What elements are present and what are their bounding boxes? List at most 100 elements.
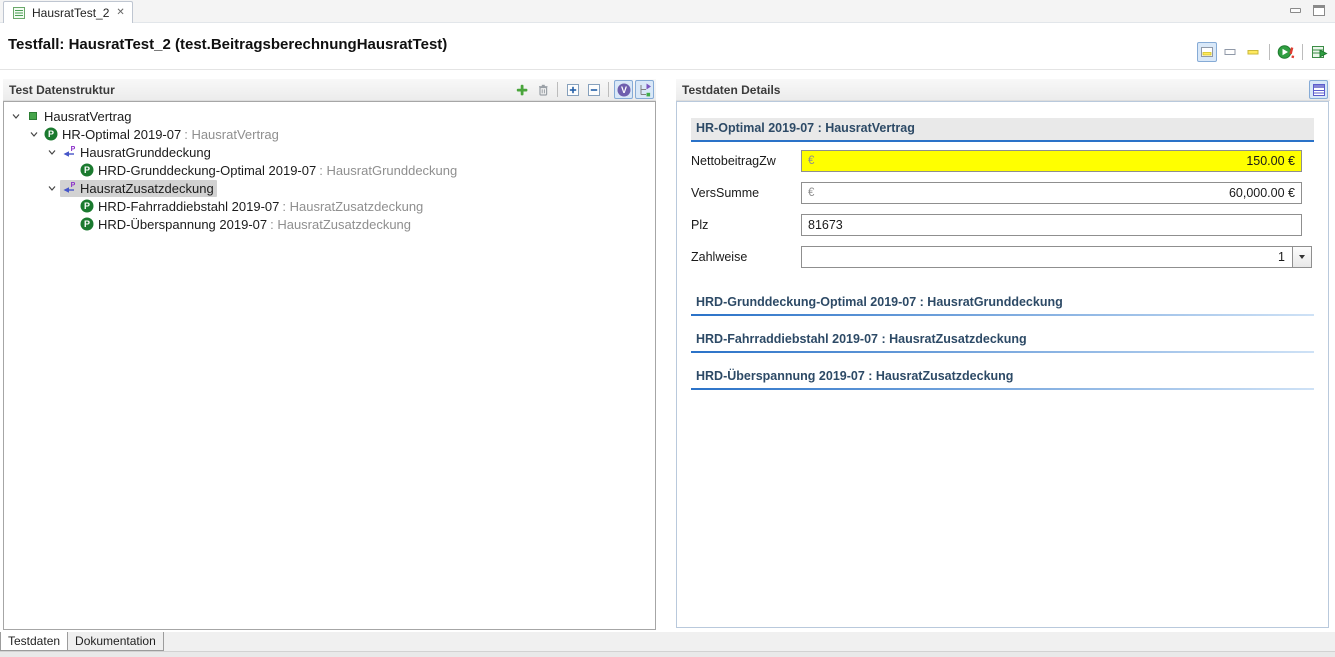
- bottom-tab-dokumentation[interactable]: Dokumentation: [68, 632, 164, 651]
- testdata-details-panel: HR-Optimal 2019-07 : HausratVertrag Netto…: [676, 101, 1329, 628]
- page-title: Testfall: HausratTest_2 (test.Beitragsbe…: [8, 36, 447, 53]
- add-node-button[interactable]: [512, 80, 531, 99]
- field-input[interactable]: 81673: [801, 214, 1302, 236]
- editor-tab-label: HausratTest_2: [32, 6, 109, 20]
- form-field-row: Plz 81673: [691, 214, 1314, 236]
- tree-item-label: HausratZusatzdeckung: [80, 181, 214, 196]
- details-pane-title: Testdaten Details: [682, 83, 780, 97]
- twistie-spacer: [62, 162, 78, 178]
- run-test-button[interactable]: [1276, 42, 1296, 62]
- tree-item-content[interactable]: PHRD-Überspannung 2019-07 : HausratZusat…: [78, 216, 414, 233]
- tree-item-selected[interactable]: P HausratZusatzdeckung: [60, 180, 217, 197]
- green-square-icon: [25, 108, 41, 124]
- chevron-down-icon[interactable]: [8, 108, 24, 124]
- tree-item[interactable]: PHRD-Fahrraddiebstahl 2019-07 : HausratZ…: [4, 197, 655, 215]
- form-field-row: VersSumme€60,000.00 €: [691, 182, 1314, 204]
- expand-all-icon: [565, 82, 581, 98]
- delete-node-button[interactable]: [533, 80, 552, 99]
- tree-item-content[interactable]: PHRD-Grunddeckung-Optimal 2019-07 : Haus…: [78, 162, 460, 179]
- collapse-all-button[interactable]: [584, 80, 603, 99]
- export-test-icon: [1310, 44, 1328, 60]
- show-values-toggle-button[interactable]: V: [614, 80, 633, 99]
- tree-item-label: HausratGrunddeckung: [80, 145, 211, 160]
- field-value: 1: [802, 250, 1292, 264]
- chevron-down-icon: [1299, 255, 1305, 259]
- tree-item-content[interactable]: PHRD-Fahrraddiebstahl 2019-07 : HausratZ…: [78, 198, 426, 215]
- tree-item-type-suffix: : HausratVertrag: [184, 127, 279, 142]
- section-header[interactable]: HRD-Grunddeckung-Optimal 2019-07 : Hausr…: [691, 292, 1314, 316]
- run-test-icon: [1277, 44, 1295, 60]
- field-label: Plz: [691, 218, 801, 232]
- green-circle-p-icon: P: [79, 216, 95, 232]
- tree-item[interactable]: P HausratGrunddeckung: [4, 143, 655, 161]
- view-form-only-icon: [1246, 45, 1260, 59]
- tree-mode-icon: [637, 82, 653, 98]
- trash-icon: [535, 82, 551, 98]
- editor-tabbar: HausratTest_2 ✕: [0, 0, 1335, 23]
- dropdown-button[interactable]: [1292, 247, 1311, 267]
- tree-item[interactable]: PHRD-Grunddeckung-Optimal 2019-07 : Haus…: [4, 161, 655, 179]
- field-input[interactable]: 1: [801, 246, 1312, 268]
- section-header[interactable]: HRD-Fahrraddiebstahl 2019-07 : HausratZu…: [691, 329, 1314, 353]
- export-test-button[interactable]: [1309, 42, 1329, 62]
- field-label: Zahlweise: [691, 250, 801, 264]
- view-both-button[interactable]: [1197, 42, 1217, 62]
- twistie-spacer: [62, 216, 78, 232]
- test-data-tree: HausratVertrag P HR-Optimal 2019-07 : Haus…: [3, 101, 656, 630]
- tree-item-label: HRD-Fahrraddiebstahl 2019-07: [98, 199, 279, 214]
- tree-item[interactable]: HausratVertrag: [4, 107, 655, 125]
- form-field-row: Zahlweise1: [691, 246, 1314, 268]
- field-label: VersSumme: [691, 186, 801, 200]
- view-editor-only-button[interactable]: [1220, 42, 1240, 62]
- tree-item[interactable]: P HR-Optimal 2019-07 : HausratVertrag: [4, 125, 655, 143]
- view-form-only-button[interactable]: [1243, 42, 1263, 62]
- editor-header: Testfall: HausratTest_2 (test.Beitragsbe…: [0, 23, 1335, 70]
- collapse-all-icon: [586, 82, 602, 98]
- chevron-down-icon[interactable]: [26, 126, 42, 142]
- tree-mode-toggle-button[interactable]: [635, 80, 654, 99]
- application-window: HausratTest_2 ✕ Testfall: HausratTest_2 …: [0, 0, 1335, 657]
- section-header[interactable]: HR-Optimal 2019-07 : HausratVertrag: [691, 118, 1314, 142]
- expand-all-button[interactable]: [563, 80, 582, 99]
- details-layout-toggle-button[interactable]: [1309, 80, 1328, 99]
- tree-item[interactable]: P HausratZusatzdeckung: [4, 179, 655, 197]
- tree-item-type-suffix: : HausratZusatzdeckung: [270, 217, 411, 232]
- tree-item-content[interactable]: P HR-Optimal 2019-07 : HausratVertrag: [42, 126, 282, 143]
- bottom-tab-testdaten[interactable]: Testdaten: [0, 632, 68, 651]
- chevron-down-icon[interactable]: [44, 144, 60, 160]
- details-table-icon: [1312, 83, 1326, 97]
- field-input[interactable]: €60,000.00 €: [801, 182, 1302, 204]
- green-circle-p-icon: P: [79, 198, 95, 214]
- field-label: NettobeitragZw: [691, 154, 801, 168]
- field-input[interactable]: €150.00 €: [801, 150, 1302, 172]
- view-both-icon: [1200, 45, 1214, 59]
- editor-toolbar: [1197, 42, 1329, 62]
- bottom-scroll-strip[interactable]: [0, 651, 1335, 657]
- toolbar-separator: [608, 82, 609, 97]
- field-value: 60,000.00 €: [814, 186, 1295, 200]
- tree-item-label: HR-Optimal 2019-07: [62, 127, 181, 142]
- editor-tab-hausrattest2[interactable]: HausratTest_2 ✕: [3, 1, 133, 23]
- toolbar-separator: [1302, 44, 1303, 60]
- maximize-view-icon[interactable]: [1313, 5, 1325, 16]
- details-pane-header: Testdaten Details: [676, 79, 1330, 101]
- twistie-spacer: [62, 198, 78, 214]
- tree-item-content[interactable]: P HausratGrunddeckung: [60, 144, 214, 161]
- green-circle-p-icon: P: [43, 126, 59, 142]
- plus-icon: [514, 82, 530, 98]
- chevron-down-icon[interactable]: [44, 180, 60, 196]
- tree-pane-header: Test Datenstruktur V: [3, 79, 656, 101]
- tab-close-icon[interactable]: ✕: [116, 8, 124, 18]
- view-editor-only-icon: [1223, 45, 1237, 59]
- tree-item[interactable]: PHRD-Überspannung 2019-07 : HausratZusat…: [4, 215, 655, 233]
- values-circle-icon: V: [616, 82, 632, 98]
- section-header[interactable]: HRD-Überspannung 2019-07 : HausratZusatz…: [691, 366, 1314, 390]
- svg-text:P: P: [71, 182, 76, 189]
- tree-item-content[interactable]: HausratVertrag: [24, 108, 134, 125]
- svg-text:P: P: [84, 219, 90, 229]
- svg-text:P: P: [48, 129, 54, 139]
- minimize-view-icon[interactable]: [1290, 8, 1301, 13]
- svg-text:P: P: [71, 146, 76, 153]
- tree-item-type-suffix: : HausratGrunddeckung: [319, 163, 457, 178]
- field-value: 81673: [808, 218, 1295, 232]
